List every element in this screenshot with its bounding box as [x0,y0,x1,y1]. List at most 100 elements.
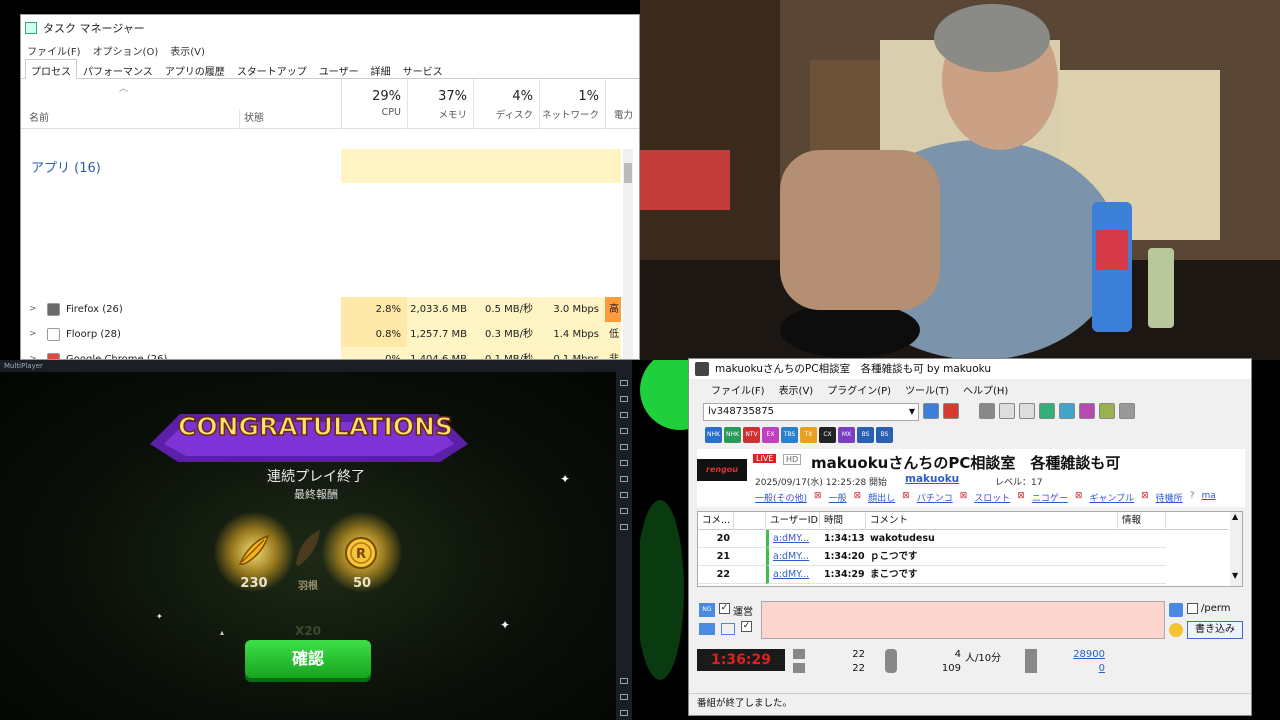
connect-icon[interactable] [923,403,939,419]
users-icon[interactable] [1059,403,1075,419]
toolbar-icon[interactable] [620,428,628,434]
chevron-right-icon[interactable]: > [29,322,41,347]
comment-user-id[interactable]: a:dMY... [766,566,820,584]
column-time[interactable]: 時間 [820,512,866,530]
channel-chip-icon[interactable]: TBS [781,427,798,443]
recent-apps-icon[interactable] [620,710,628,716]
tag-link[interactable]: ギャンブル [1089,491,1134,504]
channel-chip-icon[interactable]: BS [857,427,874,443]
tab-processes[interactable]: プロセス [25,59,77,79]
upload-icon[interactable] [1039,403,1055,419]
history-icon[interactable] [979,403,995,419]
menu-help[interactable]: ヘルプ(H) [963,382,1008,397]
toolbar-icon[interactable] [620,508,628,514]
comment-user-id[interactable]: a:dMY... [766,548,820,566]
option-checkbox[interactable]: ✓ [741,621,752,632]
scroll-up-icon[interactable]: ▲ [1232,512,1238,521]
emoji-icon[interactable] [1169,623,1183,637]
channel-chip-icon[interactable]: NHK [705,427,722,443]
toolbar-icon[interactable] [620,524,628,530]
column-memory[interactable]: 37% メモリ [407,79,473,129]
tag-remove-icon[interactable]: ⊠ [1141,491,1149,504]
channel-chip-icon[interactable]: CX [819,427,836,443]
points-link[interactable]: 28900 [1063,649,1105,660]
comment-row[interactable]: 21 a:dMY... 1:34:20 ｐこつです [698,548,1166,566]
column-status[interactable]: 状態 [239,109,264,129]
tag-link[interactable]: 待機所 [1156,491,1183,504]
scrollbar-thumb[interactable] [624,163,632,183]
home-icon[interactable] [620,694,628,700]
tab-performance[interactable]: パフォーマンス [77,59,159,78]
tag-link[interactable]: 顔出し [868,491,895,504]
chevron-right-icon[interactable]: > [29,347,41,359]
column-info[interactable]: 情報 [1118,512,1166,530]
menu-view[interactable]: 表示(V) [779,382,814,397]
comment-user-id[interactable]: a:dMY... [766,530,820,548]
help-icon[interactable]: ? [1190,491,1195,504]
process-row[interactable]: > Firefox (26) 2.8% 2,033.6 MB 0.5 MB/秒 3.0 M… [21,297,639,322]
tag-link[interactable]: パチンコ [917,491,953,504]
menu-file[interactable]: ファイル(F) [27,43,81,58]
perm-checkbox[interactable] [1187,603,1198,614]
toolbar-icon[interactable] [1019,403,1035,419]
tag-link[interactable]: 一般 [829,491,847,504]
channel-chip-icon[interactable]: MX [838,427,855,443]
list-icon[interactable] [721,623,735,635]
column-name[interactable]: 名前 [29,109,49,124]
live-id-combobox[interactable]: lv348735875 ▼ [703,403,919,421]
filter-icon[interactable] [1099,403,1115,419]
channel-chip-icon[interactable]: NTV [743,427,760,443]
ad-points-link[interactable]: 0 [1063,663,1105,674]
tag-remove-icon[interactable]: ⊠ [854,491,862,504]
channel-chip-icon[interactable]: EX [762,427,779,443]
channel-chip-icon[interactable]: BS [876,427,893,443]
back-icon[interactable] [620,678,628,684]
tag-remove-icon[interactable]: ⊠ [1017,491,1025,504]
unei-checkbox[interactable]: ✓ [719,603,730,614]
scroll-down-icon[interactable]: ▼ [1232,571,1238,580]
process-row[interactable]: > Google Chrome (26) 0% 1,404.6 MB 0.1 MB/秒 0… [21,347,639,359]
chevron-right-icon[interactable]: > [29,297,41,322]
tag-link[interactable]: スロット [974,491,1010,504]
menu-plugin[interactable]: プラグイン(P) [827,382,891,397]
column-disk[interactable]: 4% ディスク [473,79,539,129]
toolbar-icon[interactable] [620,444,628,450]
tag-link[interactable]: ニコゲー [1032,491,1068,504]
column-comment-no[interactable]: コメ... [698,512,734,530]
search-icon[interactable] [1079,403,1095,419]
keyboard-icon[interactable] [699,623,715,635]
chevron-down-icon[interactable]: ▼ [909,404,915,420]
tag-remove-icon[interactable]: ⊠ [1075,491,1083,504]
tag-link[interactable]: ma [1201,491,1215,504]
column-user-id[interactable]: ユーザーID [766,512,820,530]
process-row[interactable]: > Floorp (28) 0.8% 1,257.7 MB 0.3 MB/秒 1.4 Mb… [21,322,639,347]
tab-services[interactable]: サービス [397,59,449,78]
disconnect-icon[interactable] [943,403,959,419]
pen-icon[interactable] [1169,603,1183,617]
comment-row[interactable]: 20 a:dMY... 1:34:13 wakotudesu [698,530,1166,548]
menu-options[interactable]: オプション(O) [93,43,159,58]
comment-row[interactable]: 22 a:dMY... 1:34:29 まこつです [698,566,1166,584]
tag-remove-icon[interactable]: ⊠ [960,491,968,504]
tab-startup[interactable]: スタートアップ [231,59,313,78]
column-network[interactable]: 1% ネットワーク [539,79,605,129]
write-button[interactable]: 書き込み [1187,621,1243,639]
channel-chip-icon[interactable]: NHK [724,427,741,443]
tab-users[interactable]: ユーザー [313,59,365,78]
toolbar-icon[interactable] [620,396,628,402]
tag-remove-icon[interactable]: ⊠ [902,491,910,504]
comment-input[interactable] [761,601,1165,639]
toolbar-icon[interactable] [620,412,628,418]
menu-tools[interactable]: ツール(T) [905,382,949,397]
tab-app-history[interactable]: アプリの履歴 [159,59,231,78]
tag-link[interactable]: 一般(その他) [755,491,807,504]
menu-file[interactable]: ファイル(F) [711,382,765,397]
tab-details[interactable]: 詳細 [365,59,397,78]
comment-scrollbar[interactable]: ▲ ▼ [1230,512,1242,586]
column-power[interactable]: . 電力 [605,79,639,129]
toolbar-icon[interactable] [999,403,1015,419]
owner-link[interactable]: makuoku [905,473,959,485]
column-comment[interactable]: コメント [866,512,1118,530]
channel-chip-icon[interactable]: TX [800,427,817,443]
ng-icon[interactable]: NG [699,603,715,617]
